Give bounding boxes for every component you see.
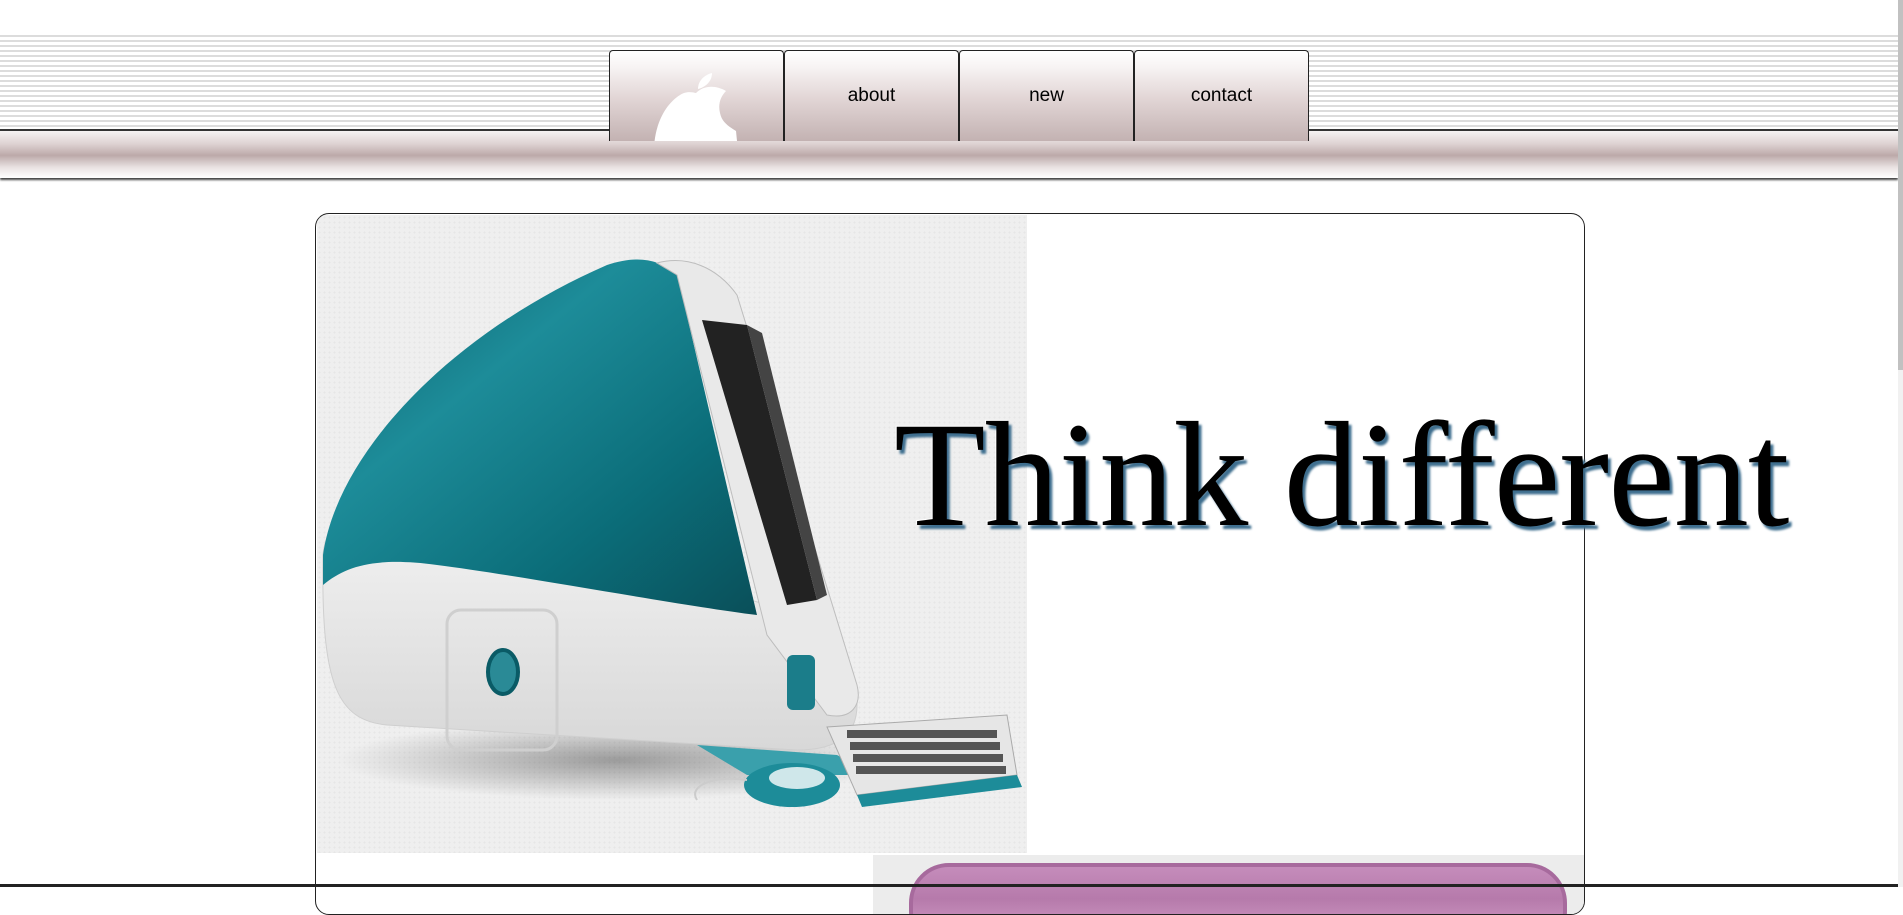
main-nav: about new contact xyxy=(609,50,1309,141)
nav-item-label: contact xyxy=(1190,85,1253,106)
scrollbar-thumb[interactable] xyxy=(1898,0,1903,370)
nav-item-label: new xyxy=(1029,85,1064,106)
promo-button[interactable] xyxy=(909,863,1567,914)
nav-item-label: about xyxy=(847,85,896,106)
apple-logo-icon xyxy=(654,73,737,141)
nav-item-new[interactable]: new xyxy=(959,50,1134,141)
hero-card xyxy=(315,213,1585,915)
vertical-scrollbar[interactable] xyxy=(1898,0,1903,887)
nav-item-contact[interactable]: contact xyxy=(1134,50,1309,141)
nav-item-about[interactable]: about xyxy=(784,50,959,141)
nav-home-logo[interactable] xyxy=(609,50,784,141)
hero-tagline: Think different xyxy=(894,392,1789,558)
